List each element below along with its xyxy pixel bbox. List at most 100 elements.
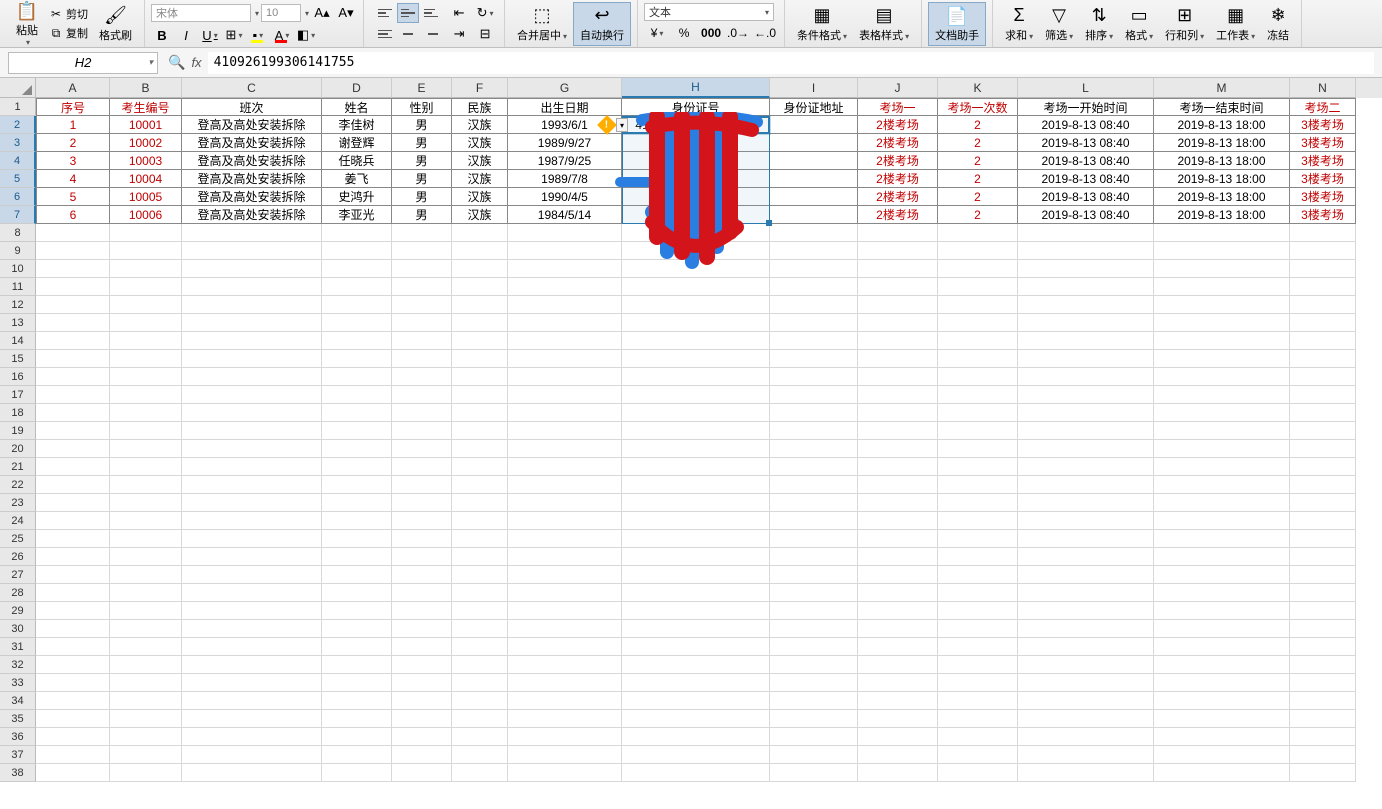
cell-empty[interactable] bbox=[110, 350, 182, 368]
row-header-25[interactable]: 25 bbox=[0, 530, 36, 548]
cell-empty[interactable] bbox=[36, 224, 110, 242]
cell-empty[interactable] bbox=[770, 692, 858, 710]
cell-empty[interactable] bbox=[622, 602, 770, 620]
cell-empty[interactable] bbox=[770, 350, 858, 368]
cell-empty[interactable] bbox=[1018, 638, 1154, 656]
cell-empty[interactable] bbox=[110, 692, 182, 710]
cell-empty[interactable] bbox=[322, 692, 392, 710]
cell-empty[interactable] bbox=[858, 278, 938, 296]
cell-empty[interactable] bbox=[36, 584, 110, 602]
cell-A2[interactable]: 1 bbox=[36, 116, 110, 134]
cell-empty[interactable] bbox=[1018, 476, 1154, 494]
cell-empty[interactable] bbox=[36, 332, 110, 350]
cell-empty[interactable] bbox=[858, 404, 938, 422]
cell-empty[interactable] bbox=[1018, 314, 1154, 332]
cell-empty[interactable] bbox=[392, 620, 452, 638]
cell-empty[interactable] bbox=[182, 440, 322, 458]
row-header-6[interactable]: 6 bbox=[0, 188, 36, 206]
auto-wrap-button[interactable]: ↩ 自动换行 bbox=[573, 2, 631, 46]
row-header-4[interactable]: 4 bbox=[0, 152, 36, 170]
cell-I2[interactable] bbox=[770, 116, 858, 134]
cell-empty[interactable] bbox=[1018, 512, 1154, 530]
cell-empty[interactable] bbox=[110, 710, 182, 728]
cell-empty[interactable] bbox=[1018, 404, 1154, 422]
cell-empty[interactable] bbox=[858, 674, 938, 692]
table-header-N[interactable]: 考场二 bbox=[1290, 98, 1356, 116]
cell-empty[interactable] bbox=[858, 224, 938, 242]
cell-empty[interactable] bbox=[1154, 476, 1290, 494]
cell-empty[interactable] bbox=[452, 602, 508, 620]
cell-empty[interactable] bbox=[858, 458, 938, 476]
decrease-decimal-button[interactable]: ←.0 bbox=[752, 23, 778, 43]
format-painter-button[interactable]: 🖌 格式刷 bbox=[93, 3, 138, 45]
cell-L6[interactable]: 2019-8-13 08:40 bbox=[1018, 188, 1154, 206]
row-header-9[interactable]: 9 bbox=[0, 242, 36, 260]
cell-empty[interactable] bbox=[110, 458, 182, 476]
cell-empty[interactable] bbox=[770, 422, 858, 440]
cell-empty[interactable] bbox=[1154, 656, 1290, 674]
cell-empty[interactable] bbox=[322, 728, 392, 746]
cell-M6[interactable]: 2019-8-13 18:00 bbox=[1154, 188, 1290, 206]
cell-empty[interactable] bbox=[938, 764, 1018, 782]
cell-I3[interactable] bbox=[770, 134, 858, 152]
cell-empty[interactable] bbox=[938, 584, 1018, 602]
cell-empty[interactable] bbox=[1154, 764, 1290, 782]
column-header-L[interactable]: L bbox=[1018, 78, 1154, 98]
cell-empty[interactable] bbox=[1154, 350, 1290, 368]
cell-empty[interactable] bbox=[1154, 332, 1290, 350]
cell-J7[interactable]: 2楼考场 bbox=[858, 206, 938, 224]
cell-empty[interactable] bbox=[1018, 350, 1154, 368]
cell-empty[interactable] bbox=[36, 602, 110, 620]
cell-empty[interactable] bbox=[392, 296, 452, 314]
cell-empty[interactable] bbox=[182, 296, 322, 314]
cell-empty[interactable] bbox=[182, 314, 322, 332]
row-header-20[interactable]: 20 bbox=[0, 440, 36, 458]
cell-B4[interactable]: 10003 bbox=[110, 152, 182, 170]
italic-button[interactable]: I bbox=[175, 25, 197, 45]
row-header-1[interactable]: 1 bbox=[0, 98, 36, 116]
cell-empty[interactable] bbox=[770, 710, 858, 728]
cell-C4[interactable]: 登高及高处安装拆除 bbox=[182, 152, 322, 170]
row-header-30[interactable]: 30 bbox=[0, 620, 36, 638]
cell-empty[interactable] bbox=[770, 278, 858, 296]
cell-empty[interactable] bbox=[392, 728, 452, 746]
cell-empty[interactable] bbox=[508, 584, 622, 602]
cell-B7[interactable]: 10006 bbox=[110, 206, 182, 224]
column-header-E[interactable]: E bbox=[392, 78, 452, 98]
cell-empty[interactable] bbox=[622, 584, 770, 602]
cell-empty[interactable] bbox=[1290, 764, 1356, 782]
cell-empty[interactable] bbox=[622, 530, 770, 548]
border-button[interactable]: ⊞▾ bbox=[223, 25, 245, 45]
row-header-8[interactable]: 8 bbox=[0, 224, 36, 242]
cell-empty[interactable] bbox=[110, 368, 182, 386]
cell-empty[interactable] bbox=[1154, 674, 1290, 692]
cell-empty[interactable] bbox=[392, 764, 452, 782]
table-header-K[interactable]: 考场一次数 bbox=[938, 98, 1018, 116]
cell-empty[interactable] bbox=[622, 548, 770, 566]
cell-empty[interactable] bbox=[36, 260, 110, 278]
cell-empty[interactable] bbox=[770, 440, 858, 458]
cell-empty[interactable] bbox=[858, 530, 938, 548]
cell-empty[interactable] bbox=[1154, 278, 1290, 296]
cell-empty[interactable] bbox=[392, 404, 452, 422]
cell-empty[interactable] bbox=[322, 584, 392, 602]
sum-button[interactable]: Σ求和▾ bbox=[999, 3, 1039, 45]
cell-empty[interactable] bbox=[508, 458, 622, 476]
cell-empty[interactable] bbox=[1018, 530, 1154, 548]
row-header-15[interactable]: 15 bbox=[0, 350, 36, 368]
cell-empty[interactable] bbox=[1018, 728, 1154, 746]
cell-empty[interactable] bbox=[452, 530, 508, 548]
cell-empty[interactable] bbox=[1290, 566, 1356, 584]
cell-empty[interactable] bbox=[182, 584, 322, 602]
cell-N7[interactable]: 3楼考场 bbox=[1290, 206, 1356, 224]
cell-style-button[interactable]: ◧▾ bbox=[295, 25, 317, 45]
cell-empty[interactable] bbox=[182, 278, 322, 296]
cell-empty[interactable] bbox=[110, 404, 182, 422]
cell-empty[interactable] bbox=[36, 386, 110, 404]
cell-empty[interactable] bbox=[770, 476, 858, 494]
cell-empty[interactable] bbox=[508, 764, 622, 782]
cell-empty[interactable] bbox=[322, 530, 392, 548]
cell-M7[interactable]: 2019-8-13 18:00 bbox=[1154, 206, 1290, 224]
cell-G5[interactable]: 1989/7/8 bbox=[508, 170, 622, 188]
cell-empty[interactable] bbox=[322, 458, 392, 476]
